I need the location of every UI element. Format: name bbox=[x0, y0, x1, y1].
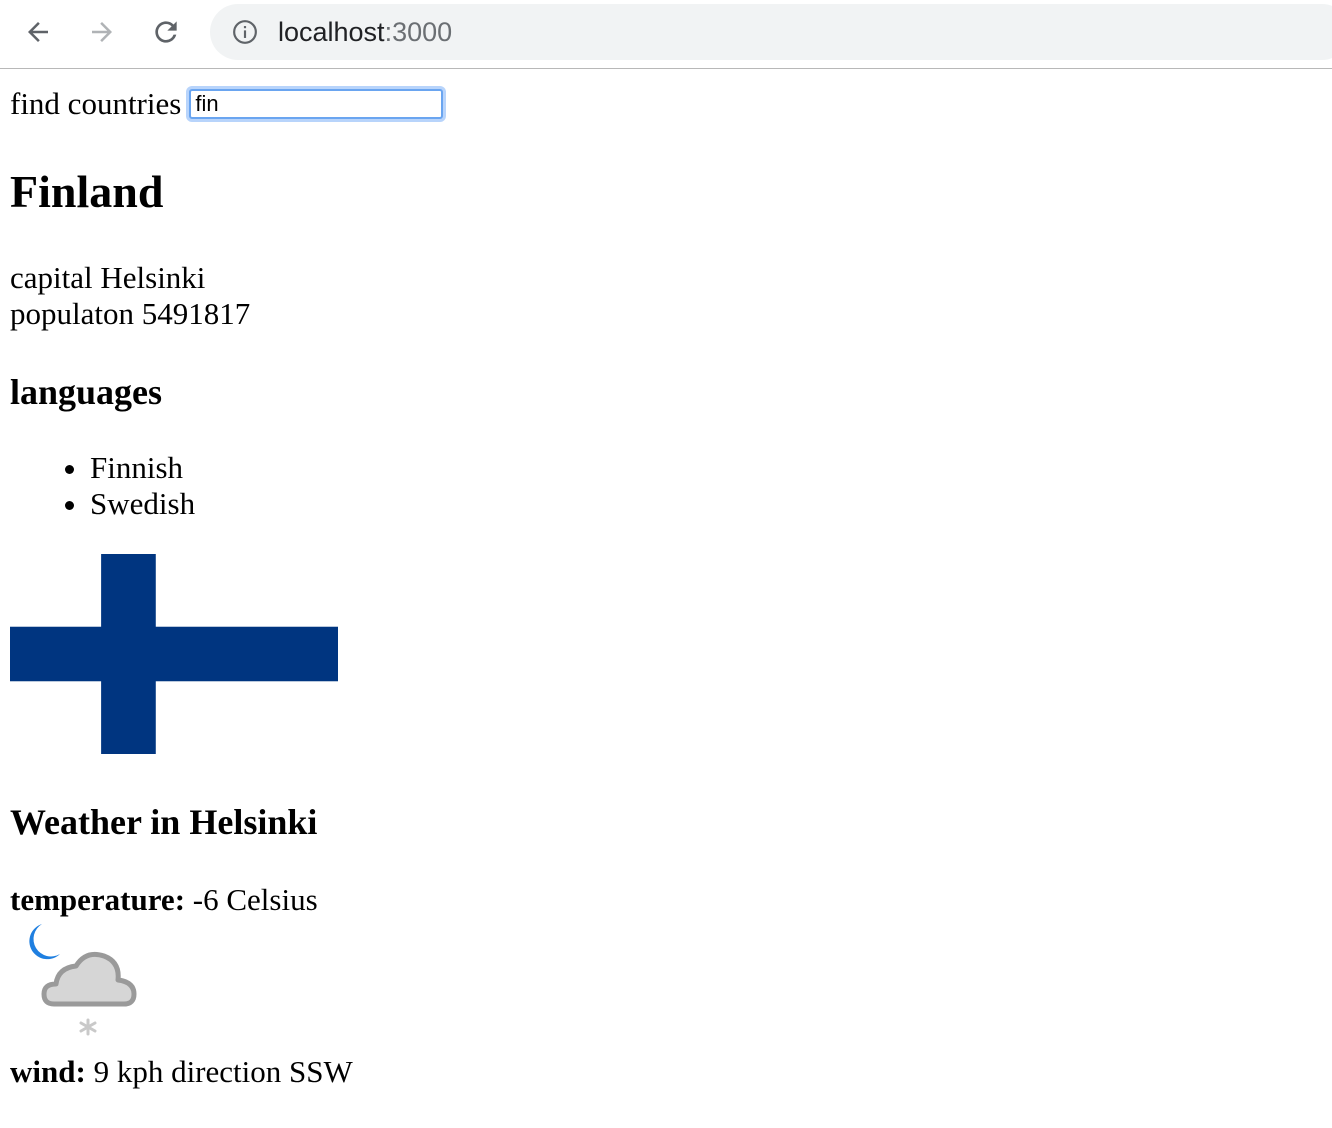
browser-toolbar: localhost:3000 bbox=[0, 0, 1332, 69]
url-port: :3000 bbox=[384, 17, 453, 47]
url-host: localhost bbox=[278, 17, 385, 47]
night-cloud-snow-icon bbox=[29, 924, 137, 1036]
address-bar[interactable]: localhost:3000 bbox=[210, 4, 1332, 60]
wind-label: wind: bbox=[10, 1054, 86, 1089]
population-value: 5491817 bbox=[141, 296, 251, 331]
wind-value: 9 kph direction SSW bbox=[93, 1054, 353, 1089]
forward-button[interactable] bbox=[84, 14, 120, 50]
arrow-right-icon bbox=[92, 22, 112, 42]
population-line: populaton 5491817 bbox=[10, 296, 250, 332]
temperature-label: temperature: bbox=[10, 882, 186, 917]
search-input[interactable] bbox=[189, 89, 444, 119]
flag-image bbox=[10, 554, 338, 754]
wind-line: wind: 9 kph direction SSW bbox=[10, 1054, 353, 1090]
population-label: populaton bbox=[10, 296, 134, 331]
language-list: Finnish Swedish bbox=[10, 450, 195, 522]
languages-heading: languages bbox=[10, 372, 163, 412]
country-name: Finland bbox=[10, 166, 164, 217]
back-button[interactable] bbox=[20, 14, 56, 50]
search-label: find countries bbox=[10, 86, 182, 121]
capital-line: capital Helsinki bbox=[10, 260, 205, 296]
info-icon[interactable] bbox=[232, 19, 258, 45]
list-item: Swedish bbox=[90, 486, 195, 522]
flag-cross-horizontal bbox=[10, 626, 338, 682]
moon-icon bbox=[29, 924, 60, 960]
reload-icon bbox=[155, 21, 177, 43]
snowflake-icon bbox=[79, 1018, 97, 1036]
temperature-line: temperature: -6 Celsius bbox=[10, 882, 318, 918]
cloud-icon bbox=[41, 951, 137, 1007]
capital-label: capital bbox=[10, 260, 93, 295]
search-row: find countries bbox=[10, 84, 444, 124]
temperature-value: -6 Celsius bbox=[192, 882, 318, 917]
reload-button[interactable] bbox=[148, 14, 184, 50]
capital-value: Helsinki bbox=[100, 260, 206, 295]
arrow-left-icon bbox=[28, 22, 48, 42]
list-item: Finnish bbox=[90, 450, 195, 486]
weather-heading: Weather in Helsinki bbox=[10, 802, 318, 842]
url-text[interactable]: localhost:3000 bbox=[278, 16, 452, 48]
